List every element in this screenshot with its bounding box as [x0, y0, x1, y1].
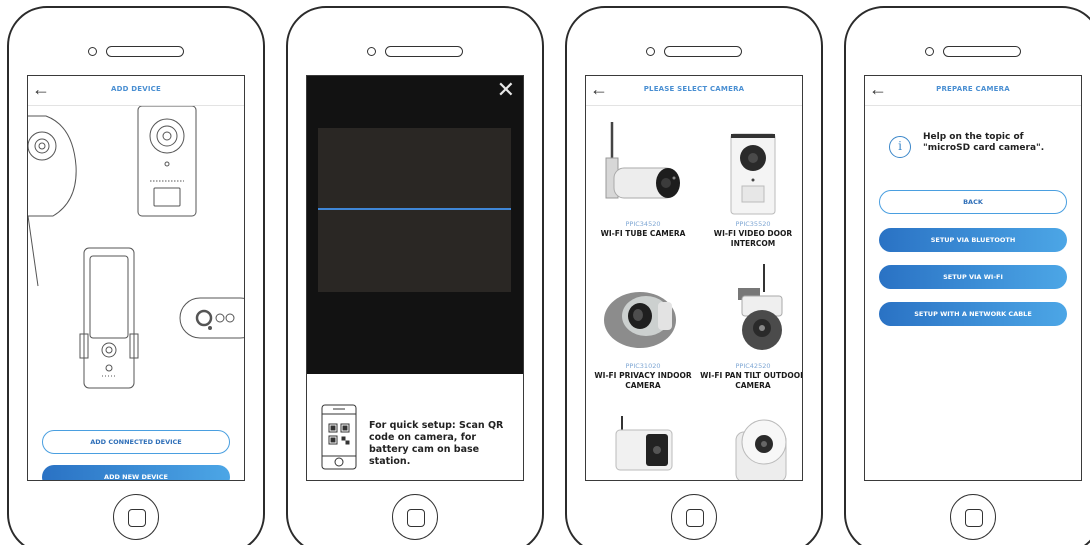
screen-qr-scanner: ✕ For quick setup: Scan QR code on camer… [306, 75, 524, 481]
scan-line [318, 208, 511, 210]
door-intercom-image [698, 120, 802, 220]
app-bar: ← PLEASE SELECT CAMERA [586, 76, 802, 106]
page-title: PLEASE SELECT CAMERA [643, 85, 745, 93]
camera-grid: PPIC34520 WI-FI TUBE CAMERA PPIC35520 WI… [586, 106, 802, 480]
page-title: PREPARE CAMERA [936, 85, 1010, 93]
home-button-icon[interactable] [392, 494, 438, 540]
indoor-pan-camera-image [735, 419, 787, 480]
camera-option[interactable]: PPIC34520 WI-FI TUBE CAMERA [588, 120, 698, 239]
camera-model: PPIC31020 [625, 362, 661, 370]
info-icon: i [889, 136, 911, 158]
camera-name: WI-FI VIDEO DOOR INTERCOM [713, 229, 793, 248]
camera-option[interactable]: PPIC42520 WI-FI PAN TILT OUTDOOR CAMERA [698, 262, 803, 391]
tube-camera-image [588, 120, 698, 220]
close-icon[interactable]: ✕ [497, 78, 515, 103]
phone-speaker [925, 46, 1021, 58]
info-text: Help on the topic of "microSD card camer… [923, 132, 1045, 153]
qr-phone-icon [321, 404, 357, 470]
back-button[interactable]: BACK [879, 190, 1067, 214]
phone-prepare-camera: ← PREPARE CAMERA i Help on the topic of … [844, 6, 1090, 545]
camera-model: PPIC42520 [735, 362, 771, 370]
privacy-camera-image [588, 262, 698, 362]
setup-network-cable-button[interactable]: SETUP WITH A NETWORK CABLE [879, 302, 1067, 326]
add-new-device-button[interactable]: ADD NEW DEVICE [42, 465, 230, 480]
device-line-illustration [28, 106, 244, 389]
home-button-icon[interactable] [950, 494, 996, 540]
dome-camera-icon [28, 115, 77, 287]
phone-select-camera: ← PLEASE SELECT CAMERA PPIC34520 WI-FI T… [565, 6, 823, 545]
camera-viewfinder [318, 128, 511, 292]
app-bar: ← ADD DEVICE [28, 76, 244, 106]
camera-option[interactable]: PPIC35520 WI-FI VIDEO DOOR INTERCOM [698, 120, 802, 249]
camera-name: WI-FI PRIVACY INDOOR CAMERA [594, 371, 692, 390]
app-bar: ← PREPARE CAMERA [865, 76, 1081, 106]
outdoor-camera-image [615, 416, 673, 471]
camera-model: PPIC34520 [625, 220, 661, 228]
phone-add-device: ← ADD DEVICE ADD CONNECTED DEVICE ADD NE… [7, 6, 265, 545]
pan-tilt-camera-image [698, 262, 802, 362]
camera-name: WI-FI TUBE CAMERA [600, 229, 686, 238]
home-button-icon[interactable] [671, 494, 717, 540]
camera-option-partial[interactable] [586, 412, 803, 481]
door-intercom-icon [137, 106, 197, 217]
bullet-camera-icon [179, 297, 244, 339]
camera-model: PPIC35520 [735, 220, 771, 228]
add-connected-device-button[interactable]: ADD CONNECTED DEVICE [42, 430, 230, 454]
phone-speaker [367, 46, 463, 58]
slim-camera-icon [79, 247, 139, 389]
scanner-view: ✕ [307, 76, 523, 374]
phone-qr-scanner: ✕ For quick setup: Scan QR code on camer… [286, 6, 544, 545]
camera-name: WI-FI PAN TILT OUTDOOR CAMERA [700, 371, 803, 390]
page-title: ADD DEVICE [110, 85, 161, 93]
phone-speaker [88, 46, 184, 58]
home-button-icon[interactable] [113, 494, 159, 540]
screen-select-camera: ← PLEASE SELECT CAMERA PPIC34520 WI-FI T… [585, 75, 803, 481]
setup-wifi-button[interactable]: SETUP VIA WI-FI [879, 265, 1067, 289]
hint-panel: For quick setup: Scan QR code on camera,… [307, 374, 523, 480]
camera-option[interactable]: PPIC31020 WI-FI PRIVACY INDOOR CAMERA [588, 262, 698, 391]
phone-speaker [646, 46, 742, 58]
screen-prepare-camera: ← PREPARE CAMERA i Help on the topic of … [864, 75, 1082, 481]
setup-bluetooth-button[interactable]: SETUP VIA BLUETOOTH [879, 228, 1067, 252]
screen-add-device: ← ADD DEVICE ADD CONNECTED DEVICE ADD NE… [27, 75, 245, 481]
qr-hint-text: For quick setup: Scan QR code on camera,… [369, 420, 504, 467]
